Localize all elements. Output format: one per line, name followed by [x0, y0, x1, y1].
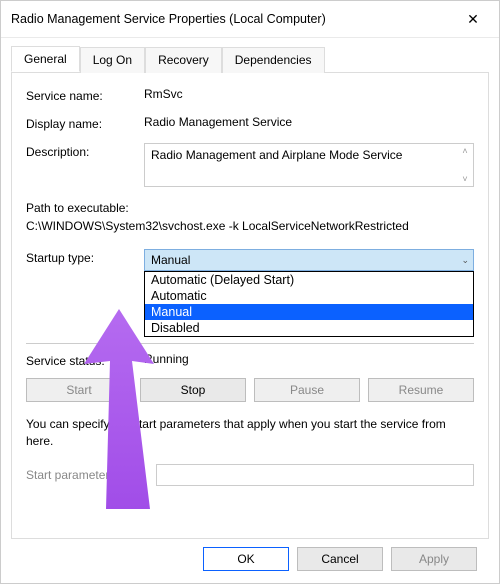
tab-log-on[interactable]: Log On — [80, 47, 145, 73]
startup-option-manual[interactable]: Manual — [145, 304, 473, 320]
startup-option-automatic-delayed[interactable]: Automatic (Delayed Start) — [145, 272, 473, 288]
stop-button[interactable]: Stop — [140, 378, 246, 402]
properties-dialog: Radio Management Service Properties (Loc… — [0, 0, 500, 584]
cancel-button[interactable]: Cancel — [297, 547, 383, 571]
value-exe-path: C:\WINDOWS\System32\svchost.exe -k Local… — [26, 217, 474, 235]
chevron-down-icon[interactable]: ˅ — [460, 174, 470, 184]
client-area: General Log On Recovery Dependencies Ser… — [1, 38, 499, 581]
ok-button[interactable]: OK — [203, 547, 289, 571]
startup-type-current: Manual — [151, 253, 190, 267]
label-service-name: Service name: — [26, 87, 144, 103]
value-service-name: RmSvc — [144, 87, 474, 101]
startup-option-disabled[interactable]: Disabled — [145, 320, 473, 336]
startup-type-dropdown: Automatic (Delayed Start) Automatic Manu… — [144, 271, 474, 337]
resume-button: Resume — [368, 378, 474, 402]
note-text: You can specify the start parameters tha… — [26, 416, 474, 450]
tabstrip: General Log On Recovery Dependencies — [11, 46, 489, 73]
pause-button: Pause — [254, 378, 360, 402]
label-service-status: Service status: — [26, 352, 144, 368]
startup-type-select[interactable]: Manual ⌄ — [144, 249, 474, 271]
titlebar: Radio Management Service Properties (Loc… — [1, 1, 499, 38]
close-icon: ✕ — [467, 11, 479, 28]
close-button[interactable]: ✕ — [455, 7, 491, 31]
value-display-name: Radio Management Service — [144, 115, 474, 129]
value-service-status: Running — [144, 352, 474, 368]
label-display-name: Display name: — [26, 115, 144, 131]
label-startup-type: Startup type: — [26, 249, 144, 265]
apply-button: Apply — [391, 547, 477, 571]
window-title: Radio Management Service Properties (Loc… — [11, 12, 326, 26]
tab-dependencies[interactable]: Dependencies — [222, 47, 325, 73]
label-description: Description: — [26, 143, 144, 159]
chevron-up-icon[interactable]: ˄ — [460, 146, 470, 156]
divider — [26, 343, 474, 344]
start-parameters-input[interactable] — [156, 464, 474, 486]
tab-general[interactable]: General — [11, 46, 80, 72]
startup-option-automatic[interactable]: Automatic — [145, 288, 473, 304]
label-start-parameters: Start parameters: — [26, 468, 156, 482]
annotation-arrow-icon — [64, 309, 174, 519]
tab-recovery[interactable]: Recovery — [145, 47, 222, 73]
start-button: Start — [26, 378, 132, 402]
dialog-button-row: OK Cancel Apply — [11, 539, 489, 571]
value-description: Radio Management and Airplane Mode Servi… — [151, 148, 402, 162]
label-path-to-exe: Path to executable: — [26, 199, 474, 217]
description-box: Radio Management and Airplane Mode Servi… — [144, 143, 474, 187]
tab-panel-general: Service name: RmSvc Display name: Radio … — [11, 73, 489, 539]
chevron-down-icon: ⌄ — [461, 255, 469, 266]
